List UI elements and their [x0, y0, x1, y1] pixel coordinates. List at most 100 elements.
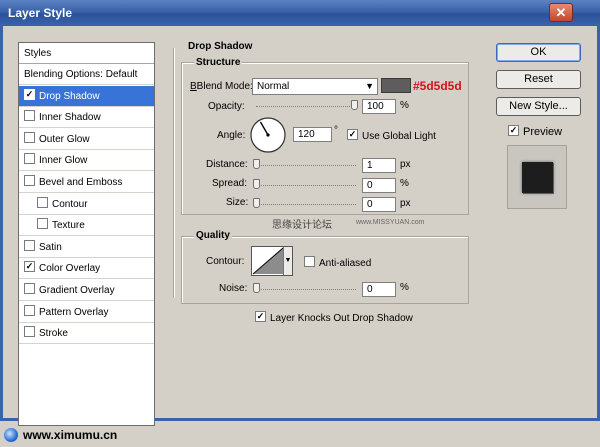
- layer-knocks-out-checkbox[interactable]: Layer Knocks Out Drop Shadow: [255, 311, 413, 324]
- style-item[interactable]: Bevel and Emboss: [19, 172, 154, 193]
- preview-swatch: [522, 162, 553, 193]
- checkbox-icon[interactable]: [24, 110, 35, 122]
- reset-button[interactable]: Reset: [496, 70, 581, 89]
- blend-mode-label: BBlend Mode:: [190, 81, 253, 92]
- checkbox-icon[interactable]: [24, 153, 35, 165]
- distance-label: Distance:: [206, 159, 248, 170]
- spread-slider[interactable]: [256, 185, 356, 187]
- style-item-label: Satin: [39, 241, 62, 253]
- drop-shadow-title: Drop Shadow: [186, 41, 255, 52]
- size-slider-thumb[interactable]: [253, 198, 260, 208]
- distance-input[interactable]: 1: [362, 158, 396, 173]
- noise-slider-thumb[interactable]: [253, 283, 260, 293]
- style-item[interactable]: Pattern Overlay: [19, 302, 154, 323]
- checkbox-icon[interactable]: [24, 175, 35, 186]
- styles-list: Styles Blending Options: Default Drop Sha…: [18, 42, 155, 426]
- ok-button[interactable]: OK: [496, 43, 581, 62]
- noise-input[interactable]: 0: [362, 282, 396, 297]
- blend-mode-select[interactable]: Normal ▼: [252, 78, 378, 95]
- checkbox-icon: [255, 311, 266, 322]
- use-global-light-checkbox[interactable]: Use Global Light: [347, 129, 436, 142]
- style-item[interactable]: Satin: [19, 237, 154, 258]
- checkbox-icon[interactable]: [24, 88, 35, 100]
- style-item[interactable]: Inner Glow: [19, 150, 154, 172]
- checkbox-icon[interactable]: [24, 261, 35, 273]
- styles-header[interactable]: Styles: [19, 43, 154, 64]
- style-item[interactable]: Color Overlay: [19, 258, 154, 280]
- style-item-label: Inner Shadow: [39, 112, 101, 124]
- checkbox-icon[interactable]: [24, 131, 35, 143]
- color-hex-annotation: #5d5d5d: [413, 79, 462, 93]
- checkbox-icon[interactable]: [24, 326, 35, 338]
- style-item-label: Stroke: [39, 328, 68, 340]
- watermark-url: www.MISSYUAN.com: [356, 219, 425, 226]
- contour-label: Contour:: [206, 256, 245, 267]
- spread-input[interactable]: 0: [362, 178, 396, 193]
- contour-picker[interactable]: ▼: [251, 246, 293, 276]
- chevron-down-icon[interactable]: ▼: [283, 247, 292, 275]
- style-item[interactable]: Inner Shadow: [19, 107, 154, 129]
- style-item-label: Texture: [52, 220, 85, 232]
- style-item-label: Outer Glow: [39, 133, 90, 145]
- angle-dial[interactable]: [249, 116, 287, 154]
- checkbox-icon: [347, 129, 358, 140]
- opacity-slider[interactable]: [256, 106, 356, 108]
- spread-slider-thumb[interactable]: [253, 179, 260, 189]
- opacity-label: Opacity:: [208, 101, 245, 112]
- opacity-unit: %: [400, 100, 409, 111]
- blend-mode-value: Normal: [257, 81, 290, 92]
- checkbox-icon: [508, 125, 519, 136]
- distance-slider-thumb[interactable]: [253, 159, 260, 169]
- distance-slider[interactable]: [256, 165, 356, 167]
- quality-title: Quality: [194, 230, 232, 241]
- style-item-label: Contour: [52, 198, 88, 210]
- title-bar[interactable]: [0, 0, 600, 26]
- style-item-label: Inner Glow: [39, 155, 88, 167]
- spread-unit: %: [400, 178, 409, 189]
- opacity-slider-thumb[interactable]: [351, 100, 358, 110]
- drop-shadow-frame: [173, 48, 175, 298]
- anti-aliased-checkbox[interactable]: Anti-aliased: [304, 256, 371, 269]
- structure-title: Structure: [194, 57, 243, 68]
- shadow-color-swatch[interactable]: [381, 78, 411, 93]
- noise-label: Noise:: [219, 283, 248, 294]
- checkbox-icon[interactable]: [24, 304, 35, 316]
- checkbox-icon[interactable]: [24, 283, 35, 294]
- checkbox-icon: [304, 256, 315, 267]
- style-item[interactable]: Gradient Overlay: [19, 280, 154, 301]
- noise-slider[interactable]: [256, 289, 356, 291]
- size-label: Size:: [226, 197, 249, 208]
- style-item[interactable]: Blending Options: Default: [19, 64, 154, 85]
- style-item-label: Pattern Overlay: [39, 306, 109, 318]
- size-input[interactable]: 0: [362, 197, 396, 212]
- preview-thumbnail: [507, 145, 567, 209]
- chevron-down-icon: ▼: [365, 81, 374, 91]
- close-button[interactable]: ✕: [549, 3, 573, 22]
- preview-checkbox[interactable]: Preview: [508, 125, 562, 138]
- style-item[interactable]: Contour: [19, 194, 154, 215]
- style-item[interactable]: Outer Glow: [19, 129, 154, 150]
- new-style-button[interactable]: New Style...: [496, 97, 581, 116]
- checkbox-icon[interactable]: [37, 196, 48, 208]
- bottom-watermark: www.ximumu.cn: [20, 428, 121, 442]
- style-item-label: Color Overlay: [39, 263, 101, 275]
- checkbox-icon[interactable]: [24, 239, 35, 251]
- angle-input[interactable]: 120: [293, 127, 332, 142]
- style-item[interactable]: Texture: [19, 215, 154, 237]
- window-title: Layer Style: [8, 6, 73, 20]
- angle-unit: °: [334, 125, 338, 136]
- opacity-input[interactable]: 100: [362, 99, 396, 114]
- size-unit: px: [400, 198, 411, 209]
- style-item[interactable]: Stroke: [19, 323, 154, 345]
- distance-unit: px: [400, 159, 411, 170]
- style-item-label: Gradient Overlay: [39, 285, 115, 296]
- contour-curve-icon: [252, 247, 284, 275]
- angle-label: Angle:: [217, 130, 246, 141]
- style-item-label: Drop Shadow: [39, 90, 100, 102]
- style-item-label: Bevel and Emboss: [39, 177, 123, 188]
- style-item[interactable]: Drop Shadow: [19, 85, 154, 107]
- site-logo-icon: [4, 428, 18, 442]
- checkbox-icon[interactable]: [37, 218, 48, 230]
- size-slider[interactable]: [256, 204, 356, 206]
- noise-unit: %: [400, 282, 409, 293]
